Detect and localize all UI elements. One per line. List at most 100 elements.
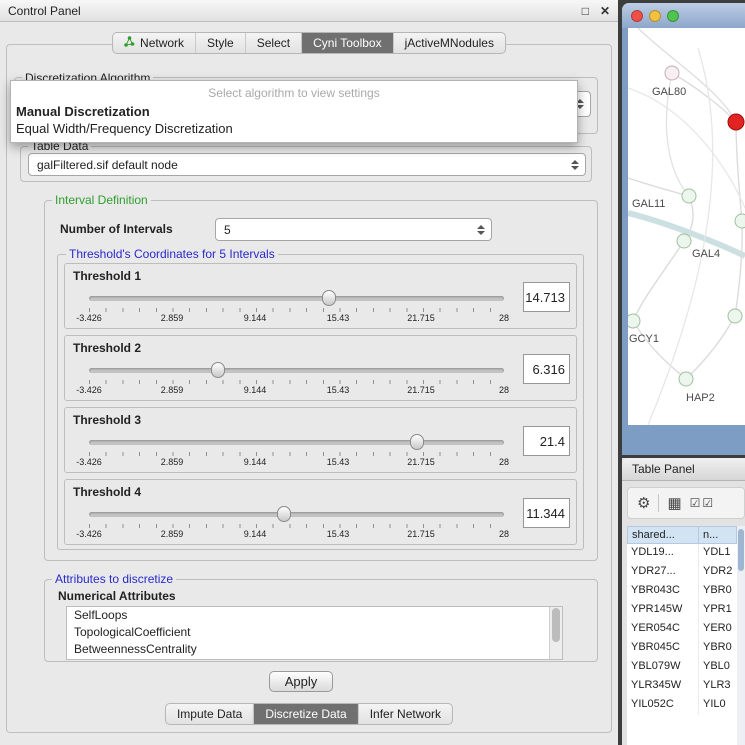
threshold-label: Threshold 4 <box>73 485 141 499</box>
table-row[interactable]: YLR345WYLR3 <box>627 677 737 696</box>
select-none-icon[interactable]: ☑ <box>702 497 713 509</box>
algorithm-option-equal-width[interactable]: Equal Width/Frequency Discretization <box>11 120 577 137</box>
column-header[interactable]: shared... <box>627 526 699 544</box>
network-node[interactable] <box>682 189 697 204</box>
table-cell[interactable]: YIL0 <box>699 696 737 715</box>
table-data-combobox[interactable]: galFiltered.sif default node <box>28 153 586 176</box>
table-cell[interactable]: YBL0 <box>699 658 737 677</box>
network-node[interactable] <box>677 234 692 249</box>
attributes-list[interactable]: SelfLoops TopologicalCoefficient Between… <box>66 606 563 660</box>
slider-ticks <box>89 380 504 384</box>
threshold-slider[interactable]: -3.4262.8599.14415.4321.71528 <box>89 360 504 396</box>
tab-infer-network[interactable]: Infer Network <box>358 704 452 724</box>
select-all-icon[interactable]: ☑ <box>690 497 701 509</box>
scale-label: 21.715 <box>407 457 435 467</box>
algorithm-placeholder-option[interactable]: Select algorithm to view settings <box>11 81 577 103</box>
table-row[interactable]: YER054CYER0 <box>627 620 737 639</box>
threshold-label: Threshold 1 <box>73 269 141 283</box>
table-cell[interactable]: YLR345W <box>627 677 699 696</box>
network-node[interactable] <box>728 309 743 324</box>
table-cell[interactable]: YER054C <box>627 620 699 639</box>
threshold-value-field[interactable]: 14.713 <box>523 282 570 312</box>
table-cell[interactable]: YDL1 <box>699 544 737 563</box>
list-item[interactable]: BetweennessCentrality <box>67 641 562 658</box>
table-row[interactable]: YBL079WYBL0 <box>627 658 737 677</box>
algorithm-option-manual[interactable]: Manual Discretization <box>11 103 577 120</box>
table-row[interactable]: YDR27...YDR2 <box>627 563 737 582</box>
table-row[interactable]: YDL19...YDL1 <box>627 544 737 563</box>
network-node-selected[interactable] <box>728 114 745 131</box>
slider-thumb[interactable] <box>211 362 225 378</box>
scale-label: 15.43 <box>327 385 350 395</box>
network-node[interactable] <box>665 66 680 81</box>
slider-track[interactable] <box>89 296 504 301</box>
minimize-traffic-light-icon[interactable] <box>649 10 661 22</box>
table-cell[interactable]: YBR043C <box>627 582 699 601</box>
table-cell[interactable]: YER0 <box>699 620 737 639</box>
network-node[interactable] <box>735 214 745 229</box>
table-cell[interactable]: YDR27... <box>627 563 699 582</box>
threshold-value-field[interactable]: 6.316 <box>523 354 570 384</box>
close-traffic-light-icon[interactable] <box>631 10 643 22</box>
slider-track[interactable] <box>89 368 504 373</box>
table-scrollbar[interactable] <box>737 526 745 745</box>
number-of-intervals-combobox[interactable]: 5 <box>215 218 492 241</box>
slider-thumb[interactable] <box>410 434 424 450</box>
tab-jactivemnodules[interactable]: jActiveMNodules <box>393 33 505 53</box>
tab-impute-data[interactable]: Impute Data <box>166 704 253 724</box>
threshold-panel-1: Threshold 1 -3.4262.8599.14415.4321.7152… <box>64 263 577 329</box>
slider-scale: -3.4262.8599.14415.4321.71528 <box>89 385 504 396</box>
tab-network[interactable]: Network <box>113 33 195 53</box>
table-cell[interactable]: YDL19... <box>627 544 699 563</box>
table-cell[interactable]: YBR0 <box>699 639 737 658</box>
threshold-panel-2: Threshold 2 -3.4262.8599.14415.4321.7152… <box>64 335 577 401</box>
tab-style[interactable]: Style <box>195 33 245 53</box>
close-window-icon[interactable]: ✕ <box>600 4 610 18</box>
scale-label: 28 <box>499 313 509 323</box>
table-panel-toolbar: ⚙ ▦ ☑ ☑ <box>627 487 745 519</box>
table-row[interactable]: YBR043CYBR0 <box>627 582 737 601</box>
table-cell[interactable]: YBL079W <box>627 658 699 677</box>
slider-thumb[interactable] <box>322 290 336 306</box>
slider-thumb[interactable] <box>277 506 291 522</box>
tab-select[interactable]: Select <box>245 33 301 53</box>
scrollbar-thumb[interactable] <box>552 608 560 642</box>
float-window-icon[interactable]: □ <box>582 4 589 18</box>
slider-scale: -3.4262.8599.14415.4321.71528 <box>89 313 504 324</box>
scale-label: 2.859 <box>161 385 184 395</box>
table-row[interactable]: YPR145WYPR1 <box>627 601 737 620</box>
threshold-slider[interactable]: -3.4262.8599.14415.4321.71528 <box>89 432 504 468</box>
table-row[interactable]: YBR045CYBR0 <box>627 639 737 658</box>
threshold-slider[interactable]: -3.4262.8599.14415.4321.71528 <box>89 504 504 540</box>
list-item[interactable]: SelfLoops <box>67 607 562 624</box>
gear-icon[interactable]: ⚙ <box>637 496 650 511</box>
network-node[interactable] <box>679 372 694 387</box>
tab-discretize-data[interactable]: Discretize Data <box>253 704 357 724</box>
scale-label: 15.43 <box>327 313 350 323</box>
threshold-slider[interactable]: -3.4262.8599.14415.4321.71528 <box>89 288 504 324</box>
threshold-value-field[interactable]: 11.344 <box>523 498 570 528</box>
threshold-value-field[interactable]: 21.4 <box>523 426 570 456</box>
table-cell[interactable]: YIL052C <box>627 696 699 715</box>
network-window-titlebar <box>622 3 745 28</box>
network-canvas[interactable]: GAL80 GAL11 GAL4 GCY1 HAP2 <box>628 28 745 425</box>
column-header[interactable]: n... <box>699 526 737 544</box>
table-row[interactable]: YIL052CYIL0 <box>627 696 737 715</box>
attributes-scrollbar[interactable] <box>549 607 562 659</box>
slider-track[interactable] <box>89 512 504 517</box>
table-cell[interactable]: YLR3 <box>699 677 737 696</box>
table-cell[interactable]: YPR1 <box>699 601 737 620</box>
columns-icon[interactable]: ▦ <box>667 496 681 511</box>
scrollbar-thumb[interactable] <box>738 529 744 571</box>
list-item[interactable]: TopologicalCoefficient <box>67 624 562 641</box>
apply-button[interactable]: Apply <box>269 671 333 692</box>
zoom-traffic-light-icon[interactable] <box>667 10 679 22</box>
table-cell[interactable]: YBR045C <box>627 639 699 658</box>
table-cell[interactable]: YPR145W <box>627 601 699 620</box>
slider-ticks <box>89 524 504 528</box>
thresholds-group: Threshold's Coordinates for 5 Intervals … <box>57 254 584 550</box>
table-cell[interactable]: YDR2 <box>699 563 737 582</box>
slider-track[interactable] <box>89 440 504 445</box>
tab-cyni-toolbox[interactable]: Cyni Toolbox <box>301 33 392 53</box>
table-cell[interactable]: YBR0 <box>699 582 737 601</box>
